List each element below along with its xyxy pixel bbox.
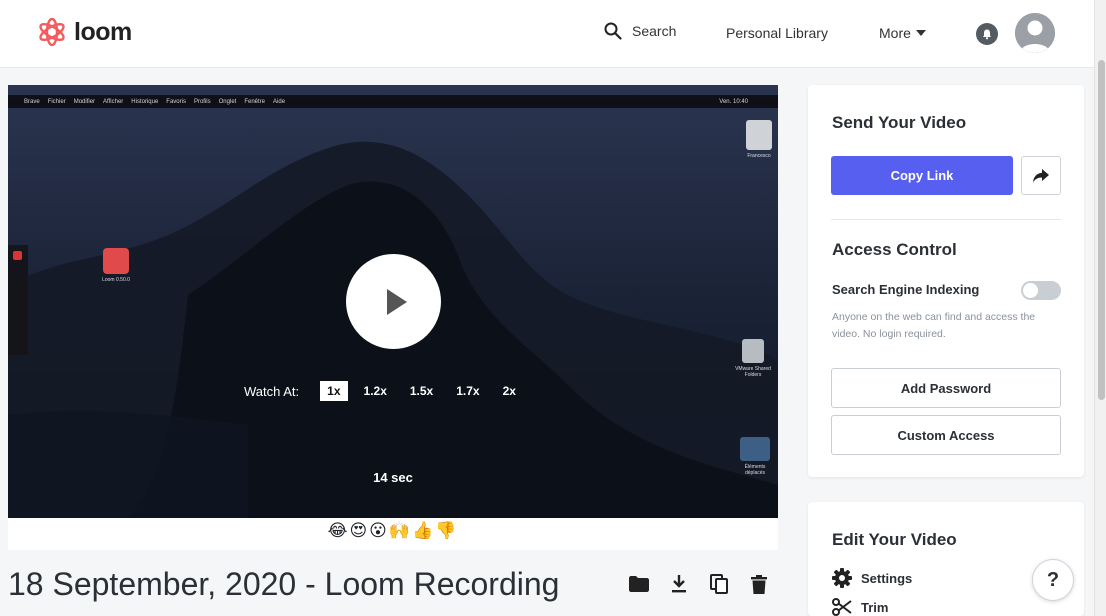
- loom-app-icon: [103, 248, 129, 274]
- scissors-icon: [832, 598, 852, 616]
- settings-button[interactable]: Settings: [832, 568, 912, 588]
- menubar-item: Historique: [131, 98, 159, 105]
- menubar-item: Afficher: [103, 98, 124, 105]
- menubar-item: Favoris: [166, 98, 186, 105]
- trim-button[interactable]: Trim: [832, 598, 888, 616]
- menubar-item: Aide: [273, 98, 286, 105]
- more-label: More: [879, 25, 911, 41]
- desktop-icon-vmware: VMware Shared Folders: [730, 339, 776, 378]
- notifications-bell[interactable]: [976, 23, 998, 45]
- send-video-panel: Send Your Video Copy Link Access Control…: [808, 85, 1084, 477]
- loom-logo-icon: [39, 17, 65, 47]
- download-button[interactable]: [668, 573, 690, 595]
- add-password-button[interactable]: Add Password: [831, 368, 1061, 408]
- desktop-icon-label: VMware Shared Folders: [735, 366, 771, 378]
- more-menu[interactable]: More: [879, 25, 926, 41]
- menubar-item: Onglet: [218, 98, 237, 105]
- shared-folder-icon: [742, 339, 764, 363]
- send-video-heading: Send Your Video: [832, 113, 967, 132]
- top-nav: loom Search Personal Library More: [0, 0, 1094, 68]
- speed-option-2x[interactable]: 2x: [496, 381, 523, 401]
- search-indexing-toggle[interactable]: [1021, 281, 1061, 300]
- edit-video-heading: Edit Your Video: [832, 530, 957, 549]
- download-icon: [672, 575, 686, 593]
- menubar-item: Modifier: [73, 98, 96, 105]
- folder-icon: [740, 437, 770, 461]
- toggle-knob: [1023, 283, 1038, 298]
- move-to-folder-button[interactable]: [628, 573, 650, 595]
- disk-icon: [746, 120, 772, 150]
- speed-option-1-2x[interactable]: 1.2x: [357, 381, 394, 401]
- desktop-icon-loom: Loom 0.50.0: [96, 248, 136, 283]
- folder-icon: [629, 576, 649, 592]
- copy-icon: [710, 574, 728, 594]
- personal-library-link[interactable]: Personal Library: [726, 25, 828, 41]
- playback-speed-row: Watch At: 1x 1.2x 1.5x 1.7x 2x: [244, 381, 532, 401]
- menubar-item: Fichier: [47, 98, 66, 105]
- watch-at-label: Watch At:: [244, 383, 300, 399]
- custom-access-button[interactable]: Custom Access: [831, 415, 1061, 455]
- play-button[interactable]: [346, 254, 441, 349]
- duplicate-button[interactable]: [708, 573, 730, 595]
- settings-label: Settings: [861, 570, 913, 586]
- caret-down-icon: [915, 30, 926, 36]
- video-duration: 14 sec: [373, 470, 413, 485]
- video-card: Brave Fichier Modifier Afficher Historiq…: [8, 85, 778, 550]
- desktop-icon-label: Loom 0.50.0: [102, 277, 130, 283]
- speed-option-1-7x[interactable]: 1.7x: [449, 381, 486, 401]
- desktop-icon-label: Francesco: [747, 153, 771, 159]
- search-icon: [604, 22, 622, 40]
- bell-icon: [983, 29, 991, 40]
- share-arrow-icon: [1033, 168, 1049, 182]
- user-avatar-icon: [1015, 13, 1055, 53]
- speed-option-1x[interactable]: 1x: [320, 381, 348, 401]
- delete-button[interactable]: [748, 573, 770, 595]
- copy-link-button[interactable]: Copy Link: [831, 156, 1013, 195]
- logo-text: loom: [74, 17, 132, 46]
- video-player[interactable]: Brave Fichier Modifier Afficher Historiq…: [8, 85, 778, 518]
- video-title[interactable]: 18 September, 2020 - Loom Recording: [8, 566, 559, 603]
- search-label: Search: [632, 23, 677, 39]
- divider: [831, 219, 1061, 220]
- share-button[interactable]: [1021, 156, 1061, 195]
- menubar-item: Fenêtre: [244, 98, 266, 105]
- help-button[interactable]: ?: [1032, 559, 1074, 601]
- gear-icon: [832, 568, 852, 588]
- page-scrollbar[interactable]: [1094, 0, 1106, 616]
- recording-toolbar: [8, 245, 28, 355]
- title-actions: [628, 573, 770, 595]
- search-indexing-description: Anyone on the web can find and access th…: [832, 311, 1036, 340]
- menubar-item: Brave: [24, 98, 40, 105]
- trash-icon: [751, 574, 767, 594]
- mac-menubar: Brave Fichier Modifier Afficher Historiq…: [8, 95, 778, 108]
- search-indexing-label: Search Engine Indexing: [832, 282, 980, 297]
- play-icon: [386, 288, 407, 315]
- edit-video-panel: Edit Your Video Settings Trim: [808, 502, 1084, 616]
- access-control-heading: Access Control: [832, 240, 957, 259]
- menubar-item: Profils: [193, 98, 211, 105]
- emoji-reactions[interactable]: 😂😍😮🙌👍👎: [8, 521, 778, 541]
- search-button[interactable]: Search: [604, 22, 676, 40]
- trim-label: Trim: [861, 599, 889, 615]
- speed-option-1-5x[interactable]: 1.5x: [403, 381, 440, 401]
- record-stop-icon: [13, 251, 22, 260]
- scrollbar-thumb[interactable]: [1098, 60, 1105, 400]
- avatar[interactable]: [1015, 13, 1055, 53]
- desktop-icon-disk: Francesco: [741, 120, 777, 159]
- loom-logo[interactable]: loom: [36, 16, 132, 48]
- menubar-clock: Ven. 10:40: [719, 98, 748, 105]
